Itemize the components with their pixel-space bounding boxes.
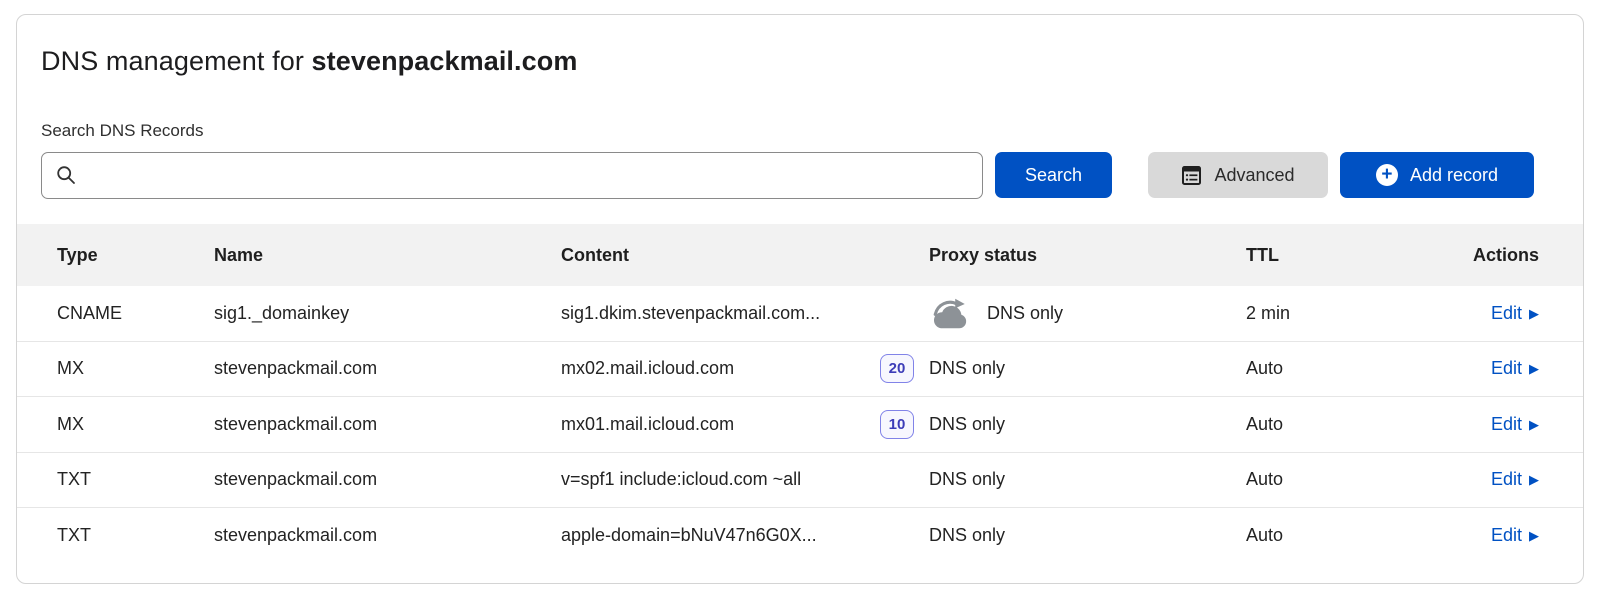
dns-management-card: DNS management for stevenpackmail.com Se… (16, 14, 1584, 584)
chevron-right-icon: ▶ (1529, 362, 1539, 375)
chevron-right-icon: ▶ (1529, 473, 1539, 486)
table-row: MX stevenpackmail.com mx02.mail.icloud.c… (17, 342, 1583, 398)
list-document-icon (1181, 165, 1202, 186)
edit-link-label: Edit (1491, 525, 1522, 546)
record-name: stevenpackmail.com (214, 525, 561, 546)
page-title: DNS management for stevenpackmail.com (17, 15, 1583, 77)
edit-link[interactable]: Edit ▶ (1491, 358, 1539, 379)
search-label: Search DNS Records (17, 77, 1583, 151)
search-icon (56, 165, 76, 185)
record-name: stevenpackmail.com (214, 469, 561, 490)
column-header-proxy-status: Proxy status (929, 245, 1246, 266)
edit-link[interactable]: Edit ▶ (1491, 303, 1539, 324)
record-content: apple-domain=bNuV47n6G0X... (561, 525, 817, 546)
edit-link-label: Edit (1491, 358, 1522, 379)
search-input-wrapper[interactable] (41, 152, 983, 199)
record-ttl: 2 min (1246, 303, 1391, 324)
edit-link[interactable]: Edit ▶ (1491, 469, 1539, 490)
add-record-button-label: Add record (1410, 165, 1498, 186)
edit-link-label: Edit (1491, 414, 1522, 435)
record-ttl: Auto (1246, 414, 1391, 435)
mx-priority-badge: 10 (880, 410, 914, 439)
edit-link[interactable]: Edit ▶ (1491, 525, 1539, 546)
table-row: TXT stevenpackmail.com apple-domain=bNuV… (17, 508, 1583, 564)
column-header-actions: Actions (1391, 245, 1539, 266)
advanced-button-label: Advanced (1214, 165, 1294, 186)
record-type: CNAME (57, 303, 214, 324)
dns-records-table: Type Name Content Proxy status TTL Actio… (17, 224, 1583, 564)
edit-link-label: Edit (1491, 303, 1522, 324)
table-row: MX stevenpackmail.com mx01.mail.icloud.c… (17, 397, 1583, 453)
column-header-type: Type (57, 245, 214, 266)
record-type: MX (57, 414, 214, 435)
mx-priority-badge: 20 (880, 354, 914, 383)
proxy-status-text: DNS only (929, 358, 1005, 379)
record-content: mx02.mail.icloud.com (561, 358, 734, 379)
chevron-right-icon: ▶ (1529, 418, 1539, 431)
record-name: stevenpackmail.com (214, 358, 561, 379)
record-ttl: Auto (1246, 469, 1391, 490)
proxy-status-text: DNS only (987, 303, 1063, 324)
column-header-content: Content (561, 245, 929, 266)
table-header-row: Type Name Content Proxy status TTL Actio… (17, 224, 1583, 286)
column-header-name: Name (214, 245, 561, 266)
record-content: v=spf1 include:icloud.com ~all (561, 469, 801, 490)
page-title-prefix: DNS management for (41, 46, 312, 76)
record-content: mx01.mail.icloud.com (561, 414, 734, 435)
add-record-button[interactable]: + Add record (1340, 152, 1534, 198)
dns-only-cloud-icon (929, 297, 971, 330)
record-type: MX (57, 358, 214, 379)
record-ttl: Auto (1246, 358, 1391, 379)
record-ttl: Auto (1246, 525, 1391, 546)
chevron-right-icon: ▶ (1529, 307, 1539, 320)
proxy-status-text: DNS only (929, 469, 1005, 490)
proxy-status-text: DNS only (929, 525, 1005, 546)
edit-link-label: Edit (1491, 469, 1522, 490)
plus-icon: + (1376, 164, 1398, 186)
proxy-status-text: DNS only (929, 414, 1005, 435)
column-header-ttl: TTL (1246, 245, 1391, 266)
search-input[interactable] (86, 165, 968, 185)
edit-link[interactable]: Edit ▶ (1491, 414, 1539, 435)
record-name: stevenpackmail.com (214, 414, 561, 435)
record-content: sig1.dkim.stevenpackmail.com... (561, 303, 820, 324)
search-button[interactable]: Search (995, 152, 1112, 198)
advanced-button[interactable]: Advanced (1148, 152, 1328, 198)
chevron-right-icon: ▶ (1529, 529, 1539, 542)
record-type: TXT (57, 525, 214, 546)
record-name: sig1._domainkey (214, 303, 561, 324)
toolbar: Search Advanced + Add record (17, 151, 1583, 199)
domain-name: stevenpackmail.com (312, 46, 578, 76)
table-row: CNAME sig1._domainkey sig1.dkim.stevenpa… (17, 286, 1583, 342)
table-row: TXT stevenpackmail.com v=spf1 include:ic… (17, 453, 1583, 509)
record-type: TXT (57, 469, 214, 490)
